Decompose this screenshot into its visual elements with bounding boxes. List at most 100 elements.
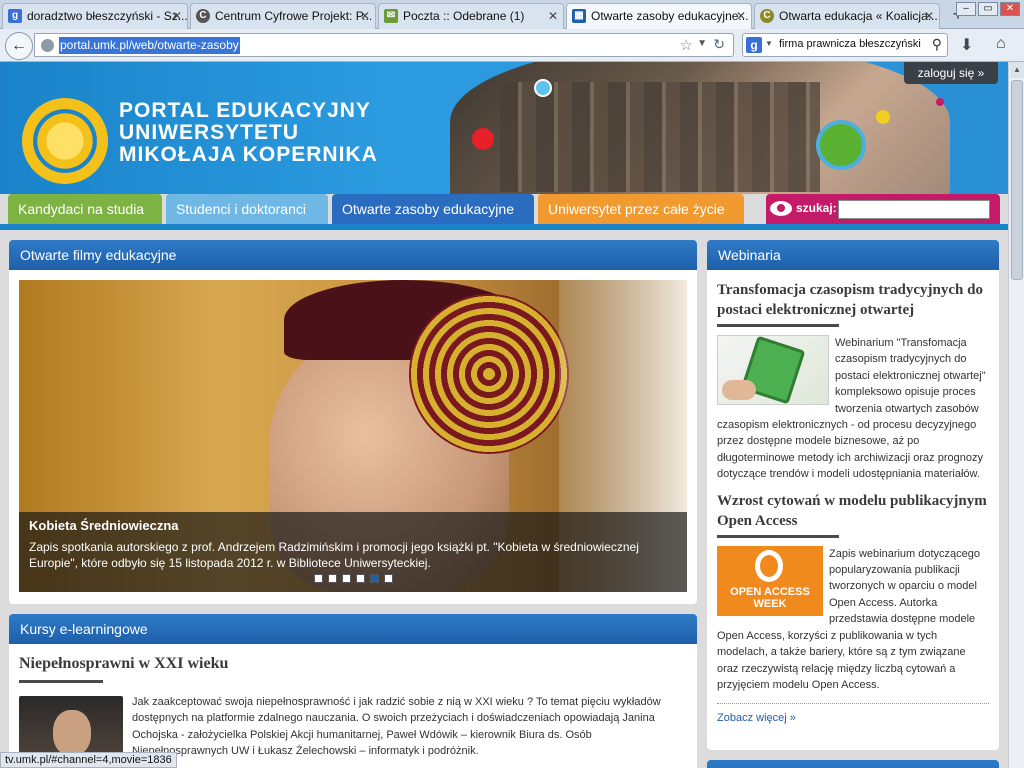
menu-underline bbox=[0, 224, 1008, 230]
decor-dot bbox=[534, 79, 552, 97]
google-icon: g bbox=[746, 37, 762, 53]
decor-dot bbox=[936, 98, 944, 106]
next-panel bbox=[707, 760, 999, 768]
tab-label: Poczta :: Odebrane (1) bbox=[403, 9, 525, 23]
badge-text: OPEN ACCESS WEEK bbox=[717, 586, 823, 610]
logo-line: UNIWERSYTETU bbox=[119, 121, 299, 144]
tab-bar: g doradztwo błeszczyński - Sz... ✕ C Cen… bbox=[0, 0, 1024, 29]
decor-dot bbox=[816, 120, 866, 170]
ereader-image[interactable] bbox=[717, 335, 829, 405]
close-icon[interactable]: ✕ bbox=[548, 4, 558, 28]
bookmark-star-icon[interactable]: ☆ bbox=[680, 36, 693, 54]
title-underline bbox=[19, 680, 103, 683]
search-bar[interactable]: g ▼ firma prawnicza błeszczyński ⚲ bbox=[742, 33, 948, 57]
slider-dot-active[interactable] bbox=[370, 574, 379, 583]
chevron-down-icon[interactable]: ▼ bbox=[765, 39, 773, 48]
tab-label: Centrum Cyfrowe Projekt: P... bbox=[215, 9, 373, 23]
slider-dot[interactable] bbox=[328, 574, 337, 583]
close-icon[interactable]: ✕ bbox=[736, 4, 746, 28]
webinars-panel: Webinaria Transfomacja czasopism tradycy… bbox=[707, 240, 999, 750]
menu-item-uniwersytet[interactable]: Uniwersytet przez całe życie bbox=[538, 194, 744, 224]
reload-icon[interactable]: ↻ bbox=[713, 36, 725, 53]
tab-google-search[interactable]: g doradztwo błeszczyński - Sz... ✕ bbox=[2, 3, 188, 29]
eye-icon bbox=[770, 201, 792, 216]
close-window-icon[interactable]: ✕ bbox=[1000, 2, 1020, 16]
web-page: PORTAL EDUKACYJNY UNIWERSYTETU MIKOŁAJA … bbox=[0, 62, 1008, 768]
decor-dot bbox=[472, 128, 494, 150]
open-lock-icon bbox=[755, 549, 783, 582]
chevron-down-icon[interactable]: ▼ bbox=[697, 38, 707, 49]
mail-icon: ✉ bbox=[384, 9, 398, 23]
url-text[interactable]: portal.umk.pl/web/otwarte-zasoby bbox=[59, 37, 240, 54]
navigation-bar: portal.umk.pl/web/otwarte-zasoby ☆ ▼ ↻ ←… bbox=[0, 29, 1024, 62]
search-text[interactable]: firma prawnicza błeszczyński bbox=[779, 38, 921, 50]
course-title[interactable]: Niepełnosprawni w XXI wieku bbox=[19, 654, 687, 674]
close-icon[interactable]: ✕ bbox=[924, 4, 934, 28]
cc-icon: C bbox=[196, 9, 210, 23]
umk-seal-logo[interactable] bbox=[22, 98, 108, 184]
site-search: szukaj: bbox=[766, 194, 1000, 224]
hand-shape bbox=[722, 380, 756, 400]
tab-centrum-cyfrowe[interactable]: C Centrum Cyfrowe Projekt: P... ✕ bbox=[190, 3, 376, 29]
lecturer-face bbox=[53, 710, 91, 756]
maximize-icon[interactable]: ▭ bbox=[978, 2, 998, 16]
bookshelf-image bbox=[500, 82, 820, 192]
umk-icon: ▦ bbox=[572, 9, 586, 23]
menu-item-studenci[interactable]: Studenci i doktoranci bbox=[166, 194, 328, 224]
logo-line: MIKOŁAJA KOPERNIKA bbox=[119, 143, 378, 166]
minimize-icon[interactable]: – bbox=[956, 2, 976, 16]
title-underline bbox=[717, 534, 839, 538]
close-icon[interactable]: ✕ bbox=[360, 4, 370, 28]
window-controls: – ▭ ✕ bbox=[956, 2, 1020, 16]
video-description: Zapis spotkania autorskiego z prof. Andr… bbox=[29, 540, 639, 570]
site-header: PORTAL EDUKACYJNY UNIWERSYTETU MIKOŁAJA … bbox=[0, 62, 1008, 194]
video-slider[interactable]: Kobieta Średniowieczna Zapis spotkania a… bbox=[19, 280, 687, 592]
download-icon[interactable]: ⬇ bbox=[960, 35, 973, 55]
headdress-swirl bbox=[409, 294, 569, 454]
tab-otwarte-zasoby[interactable]: ▦ Otwarte zasoby edukacyjne... ✕ bbox=[566, 3, 752, 29]
slider-dot[interactable] bbox=[342, 574, 351, 583]
badge-line: WEEK bbox=[753, 597, 787, 610]
webinar-title[interactable]: Wzrost cytowań w modelu publikacyjnym Op… bbox=[717, 491, 989, 531]
badge-line: OPEN ACCESS bbox=[730, 585, 810, 598]
home-icon[interactable]: ⌂ bbox=[996, 35, 1006, 53]
globe-icon bbox=[41, 39, 54, 52]
site-search-input[interactable] bbox=[838, 200, 990, 219]
see-more-link[interactable]: Zobacz więcej » bbox=[717, 703, 989, 724]
menu-item-otwarte-zasoby[interactable]: Otwarte zasoby edukacyjne bbox=[332, 194, 534, 224]
tab-label: Otwarta edukacja « Koalicja... bbox=[779, 9, 938, 23]
courses-panel: Kursy e-learningowe Niepełnosprawni w XX… bbox=[9, 614, 697, 768]
open-access-badge[interactable]: OPEN ACCESS WEEK bbox=[717, 545, 823, 616]
slider-dot[interactable] bbox=[314, 574, 323, 583]
address-bar[interactable]: portal.umk.pl/web/otwarte-zasoby ☆ ▼ ↻ bbox=[34, 33, 734, 57]
video-title[interactable]: Kobieta Średniowieczna bbox=[29, 518, 677, 533]
status-bar: tv.umk.pl/#channel=4,movie=1836 bbox=[0, 752, 177, 768]
slider-dot[interactable] bbox=[356, 574, 365, 583]
webinars-heading: Webinaria bbox=[707, 240, 999, 270]
webinar-title[interactable]: Transfomacja czasopism tradycyjnych do p… bbox=[717, 280, 989, 320]
course-description: Jak zaakceptować swoja niepełnosprawność… bbox=[132, 696, 661, 758]
scroll-thumb[interactable] bbox=[1011, 80, 1023, 280]
close-icon[interactable]: ✕ bbox=[172, 4, 182, 28]
films-heading: Otwarte filmy edukacyjne bbox=[9, 240, 697, 270]
cc-icon: C bbox=[760, 9, 774, 23]
menu-item-kandydaci[interactable]: Kandydaci na studia bbox=[8, 194, 162, 224]
logo-line: PORTAL EDUKACYJNY bbox=[119, 99, 371, 122]
back-button[interactable]: ← bbox=[5, 32, 33, 60]
page-scrollbar[interactable]: ▲ bbox=[1008, 62, 1024, 768]
search-icon[interactable]: ⚲ bbox=[932, 36, 942, 53]
search-label: szukaj: bbox=[796, 201, 837, 215]
scroll-up-icon[interactable]: ▲ bbox=[1010, 62, 1024, 78]
google-icon: g bbox=[8, 9, 22, 23]
tab-poczta[interactable]: ✉ Poczta :: Odebrane (1) ✕ bbox=[378, 3, 564, 29]
tab-koalicja[interactable]: C Otwarta edukacja « Koalicja... ✕ bbox=[754, 3, 940, 29]
site-logo-text[interactable]: PORTAL EDUKACYJNY UNIWERSYTETU MIKOŁAJA … bbox=[119, 100, 378, 166]
tab-label: Otwarte zasoby edukacyjne... bbox=[591, 9, 749, 23]
slider-dot[interactable] bbox=[384, 574, 393, 583]
tab-label: doradztwo błeszczyński - Sz... bbox=[27, 9, 188, 23]
login-button[interactable]: zaloguj się » bbox=[904, 62, 998, 84]
title-underline bbox=[717, 324, 839, 327]
slider-dots bbox=[314, 574, 393, 583]
decor-dot bbox=[876, 110, 890, 124]
next-panel-heading bbox=[707, 760, 999, 768]
